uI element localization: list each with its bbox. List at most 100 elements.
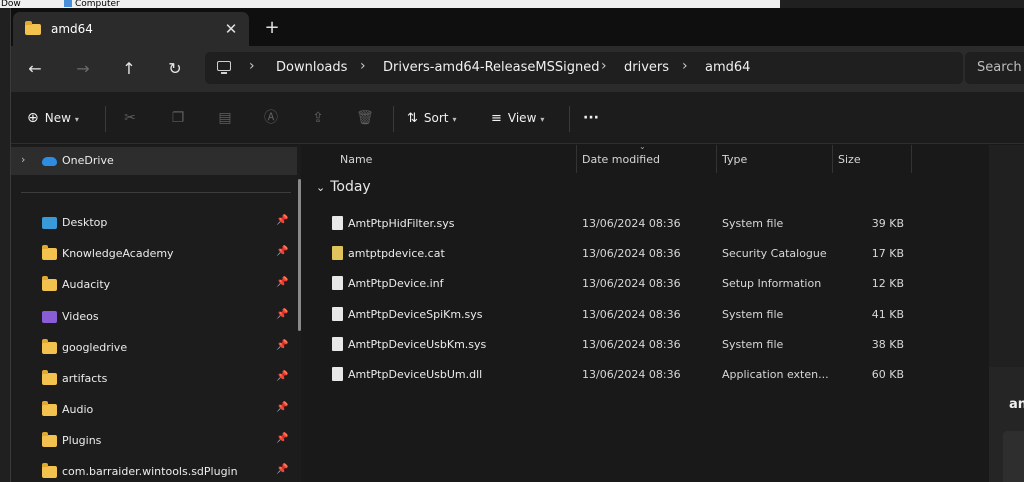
view-button[interactable]: ≡ View ▾ — [491, 104, 544, 132]
folder-icon — [42, 401, 57, 416]
search-input[interactable]: Search a — [965, 52, 1024, 84]
delete-icon[interactable]: 🗑 — [353, 106, 377, 130]
sort-button[interactable]: ⇅ Sort ▾ — [407, 104, 457, 132]
column-divider[interactable] — [576, 145, 577, 173]
file-name: amtptpdevice.cat — [348, 247, 445, 260]
pin-icon: 📌 — [276, 246, 289, 257]
folder-icon — [42, 463, 57, 478]
onedrive-icon — [42, 157, 57, 166]
close-tab-button[interactable]: ✕ — [221, 19, 241, 39]
file-row[interactable]: AmtPtpDeviceUsbKm.sys 13/06/2024 08:36 S… — [308, 330, 918, 360]
file-date: 13/06/2024 08:36 — [582, 247, 681, 260]
column-header-name[interactable]: Name — [340, 153, 372, 166]
new-tab-button[interactable]: + — [261, 18, 283, 40]
sidebar-item-onedrive[interactable]: › OneDrive — [11, 147, 297, 175]
file-name: AmtPtpDevice.inf — [348, 277, 444, 290]
file-type: Setup Information — [722, 277, 822, 290]
chevron-right-icon[interactable]: › — [682, 58, 688, 74]
sidebar-item-label: Audacity — [62, 278, 111, 291]
up-button[interactable]: ↑ — [115, 55, 143, 83]
rename-icon[interactable]: Ⓐ — [259, 106, 283, 130]
sidebar-item-artifacts[interactable]: artifacts 📌 — [11, 365, 297, 393]
chevron-right-icon[interactable]: › — [360, 58, 366, 74]
chevron-down-icon: ⌄ — [316, 181, 326, 194]
column-divider[interactable] — [911, 145, 912, 173]
sidebar-item-label: Videos — [62, 310, 99, 323]
toolbar-divider — [105, 106, 106, 132]
file-row[interactable]: AmtPtpDeviceSpiKm.sys 13/06/2024 08:36 S… — [308, 300, 918, 330]
tab-bar: amd64 ✕ + — [11, 8, 1024, 46]
file-size: 12 KB — [871, 277, 904, 290]
file-row[interactable]: amtptpdevice.cat 13/06/2024 08:36 Securi… — [308, 239, 918, 269]
chevron-right-icon[interactable]: › — [21, 153, 25, 166]
address-bar: ← → ↑ ↻ › Downloads › Drivers-amd64-Rele… — [11, 46, 1024, 92]
details-pane-card[interactable] — [1003, 431, 1024, 482]
column-divider[interactable] — [716, 145, 717, 173]
file-size: 17 KB — [871, 247, 904, 260]
sidebar-item-com-barraider-wintools[interactable]: com.barraider.wintools.sdPlugin 📌 — [11, 458, 297, 482]
security-catalogue-icon — [332, 246, 343, 260]
file-row[interactable]: AmtPtpDeviceUsbUm.dll 13/06/2024 08:36 A… — [308, 360, 918, 390]
file-name: AmtPtpDeviceUsbUm.dll — [348, 368, 483, 381]
computer-label: Computer — [75, 0, 120, 8]
forward-button[interactable]: → — [69, 55, 97, 83]
more-options-button[interactable]: ··· — [583, 104, 599, 132]
file-list: Name ⌄ Date modified Type Size ⌄ Today Am… — [308, 142, 988, 482]
new-button[interactable]: ⊕ New ▾ — [27, 104, 79, 132]
paste-icon[interactable]: ▤ — [213, 106, 237, 130]
sidebar-item-plugins[interactable]: Plugins 📌 — [11, 427, 297, 455]
share-icon[interactable]: ⇪ — [306, 106, 330, 130]
folder-icon — [25, 21, 41, 35]
breadcrumb-drivers[interactable]: drivers — [624, 60, 669, 75]
plus-circle-icon: ⊕ — [27, 110, 39, 126]
file-row[interactable]: AmtPtpHidFilter.sys 13/06/2024 08:36 Sys… — [308, 209, 918, 239]
chevron-right-icon[interactable]: › — [601, 58, 607, 74]
this-pc-icon[interactable] — [217, 61, 231, 74]
breadcrumb-amd64[interactable]: amd64 — [705, 60, 750, 75]
back-button[interactable]: ← — [21, 55, 49, 83]
refresh-button[interactable]: ↻ — [161, 55, 189, 83]
sidebar-item-videos[interactable]: Videos 📌 — [11, 303, 297, 331]
sidebar-item-desktop[interactable]: Desktop 📌 — [11, 209, 297, 237]
breadcrumb-drivers-amd64[interactable]: Drivers-amd64-ReleaseMSSigned — [383, 60, 599, 75]
group-label: Today — [330, 179, 371, 195]
folder-icon — [42, 245, 57, 260]
copy-icon[interactable]: ❐ — [166, 106, 190, 130]
file-name: AmtPtpDeviceUsbKm.sys — [348, 338, 487, 351]
file-type: System file — [722, 308, 784, 321]
sidebar-divider — [21, 192, 291, 193]
sidebar-scrollbar[interactable] — [298, 179, 301, 331]
column-header-date[interactable]: Date modified — [582, 153, 660, 166]
toolbar-divider — [569, 106, 570, 132]
column-divider[interactable] — [832, 145, 833, 173]
breadcrumb[interactable]: › Downloads › Drivers-amd64-ReleaseMSSig… — [205, 52, 963, 84]
chevron-right-icon[interactable]: › — [249, 58, 255, 74]
group-header-today[interactable]: ⌄ Today — [316, 179, 371, 195]
computer-icon — [64, 0, 72, 7]
tab-title: amd64 — [51, 22, 93, 36]
sidebar-item-audio[interactable]: Audio 📌 — [11, 396, 297, 424]
breadcrumb-downloads[interactable]: Downloads — [276, 60, 347, 75]
cut-icon[interactable]: ✂ — [118, 106, 142, 130]
setup-information-icon — [332, 276, 343, 290]
folder-icon — [42, 276, 57, 291]
sidebar-item-label: googledrive — [62, 341, 128, 354]
folder-icon — [42, 432, 57, 447]
pin-icon: 📌 — [276, 402, 289, 413]
system-file-icon — [332, 337, 343, 351]
sidebar-item-audacity[interactable]: Audacity 📌 — [11, 271, 297, 299]
toolbar-divider — [393, 106, 394, 132]
file-type: System file — [722, 217, 784, 230]
column-header-size[interactable]: Size — [838, 153, 861, 166]
videos-icon — [42, 311, 57, 323]
column-header-type[interactable]: Type — [722, 153, 747, 166]
tab-amd64[interactable]: amd64 ✕ — [13, 12, 249, 46]
dll-file-icon — [332, 367, 343, 381]
chevron-down-icon: ▾ — [452, 115, 457, 124]
sidebar-item-googledrive[interactable]: googledrive 📌 — [11, 334, 297, 362]
folder-icon — [42, 370, 57, 385]
sidebar-item-knowledgeacademy[interactable]: KnowledgeAcademy 📌 — [11, 240, 297, 268]
file-row[interactable]: AmtPtpDevice.inf 13/06/2024 08:36 Setup … — [308, 269, 918, 299]
sidebar-item-label: Audio — [62, 403, 94, 416]
system-file-icon — [332, 307, 343, 321]
